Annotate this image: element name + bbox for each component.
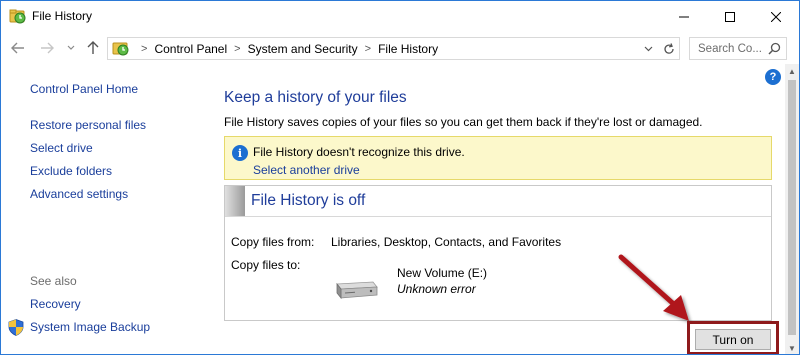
scroll-up-arrow-icon[interactable]: ▲ — [785, 64, 799, 78]
address-bar[interactable]: > Control Panel > System and Security > … — [107, 37, 680, 60]
page-title: Keep a history of your files — [224, 89, 407, 106]
drive-status: Unknown error — [397, 282, 476, 296]
refresh-button[interactable] — [658, 37, 680, 60]
annotation-arrow-icon — [618, 254, 689, 321]
breadcrumb-control-panel[interactable]: Control Panel — [154, 42, 227, 56]
copy-from-value: Libraries, Desktop, Contacts, and Favori… — [331, 235, 562, 249]
breadcrumb-separator: > — [141, 43, 148, 55]
drive-name: New Volume (E:) — [397, 266, 488, 280]
system-image-backup-link[interactable]: System Image Backup — [30, 320, 150, 334]
title-bar: File History — [1, 1, 799, 32]
forward-arrow-icon[interactable] — [39, 40, 55, 56]
vertical-scrollbar[interactable]: ▲ ▼ — [785, 64, 799, 354]
left-navigation-pane: Control Panel Home Restore personal file… — [1, 64, 206, 354]
control-panel-home-link[interactable]: Control Panel Home — [30, 82, 138, 96]
drive-icon — [333, 278, 379, 302]
scroll-down-arrow-icon[interactable]: ▼ — [785, 341, 799, 354]
status-title: File History is off — [251, 192, 366, 209]
copy-to-label: Copy files to: — [231, 258, 301, 272]
breadcrumb-separator: > — [364, 43, 372, 55]
navigation-bar: > Control Panel > System and Security > … — [1, 32, 799, 64]
select-drive-link[interactable]: Select drive — [30, 141, 93, 155]
recovery-link[interactable]: Recovery — [30, 297, 81, 311]
file-history-app-icon — [9, 8, 27, 24]
breadcrumb-separator: > — [234, 43, 241, 55]
recent-locations-chevron-icon[interactable] — [63, 40, 79, 56]
search-input[interactable]: Search Co... — [689, 37, 787, 60]
advanced-settings-link[interactable]: Advanced settings — [30, 187, 128, 201]
up-arrow-icon[interactable] — [85, 40, 101, 56]
breadcrumb: > Control Panel > System and Security > … — [134, 42, 438, 56]
copy-from-label: Copy files from: — [231, 235, 315, 249]
file-history-location-icon — [112, 40, 130, 56]
file-history-window: File History > Control Panel > System an… — [0, 0, 800, 355]
window-title: File History — [32, 9, 93, 23]
select-another-drive-link[interactable]: Select another drive — [253, 163, 360, 177]
exclude-folders-link[interactable]: Exclude folders — [30, 164, 112, 178]
breadcrumb-file-history[interactable]: File History — [378, 42, 438, 56]
status-stripe — [225, 186, 245, 216]
turn-on-button[interactable]: Turn on — [695, 329, 771, 350]
search-placeholder: Search Co... — [698, 43, 762, 55]
address-dropdown-chevron-icon[interactable] — [638, 38, 658, 59]
breadcrumb-system-and-security[interactable]: System and Security — [248, 42, 358, 56]
back-arrow-icon[interactable] — [10, 40, 26, 56]
see-also-label: See also — [30, 274, 77, 288]
info-bar: i File History doesn't recognize this dr… — [224, 136, 772, 180]
info-message: File History doesn't recognize this driv… — [253, 145, 465, 159]
info-icon: i — [232, 145, 248, 161]
close-button[interactable] — [753, 1, 799, 32]
search-icon — [768, 42, 781, 58]
maximize-button[interactable] — [707, 1, 753, 32]
turn-on-highlight: Turn on — [687, 321, 779, 354]
restore-personal-files-link[interactable]: Restore personal files — [30, 118, 146, 132]
page-description: File History saves copies of your files … — [224, 115, 703, 129]
shield-icon — [8, 319, 24, 336]
scroll-thumb[interactable] — [788, 80, 796, 335]
status-header: File History is off — [225, 186, 771, 217]
refresh-icon — [663, 42, 674, 54]
minimize-button[interactable] — [661, 1, 707, 32]
help-icon[interactable]: ? — [765, 69, 781, 85]
